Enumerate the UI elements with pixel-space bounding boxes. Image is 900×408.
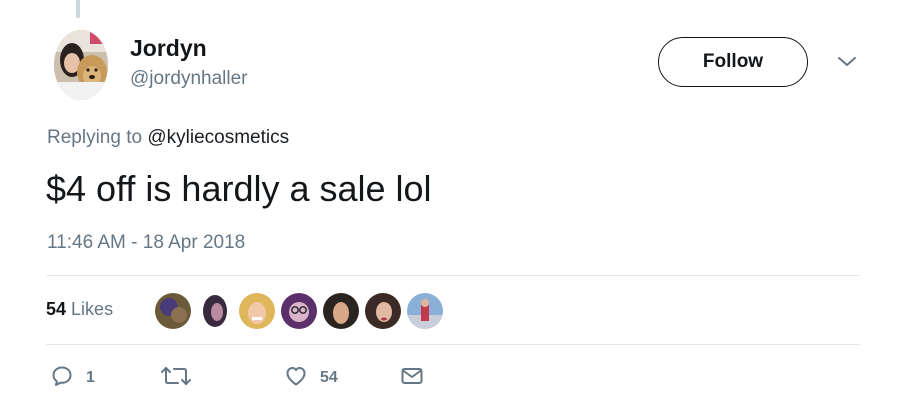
replying-to-line: Replying to @kyliecosmetics <box>47 127 289 149</box>
retweet-action[interactable] <box>160 366 204 390</box>
liker-avatar[interactable] <box>281 293 317 329</box>
reply-mention-link[interactable]: @kyliecosmetics <box>147 127 289 148</box>
liker-avatar[interactable] <box>323 293 359 329</box>
likes-number: 54 <box>46 299 67 319</box>
liker-avatar[interactable] <box>197 293 233 329</box>
reply-icon <box>50 364 74 393</box>
heart-icon <box>284 364 308 393</box>
author-display-name[interactable]: Jordyn <box>130 35 207 62</box>
chevron-down-icon[interactable] <box>836 54 858 70</box>
likes-count[interactable]: 54 Likes <box>46 299 113 320</box>
retweet-icon <box>160 364 192 393</box>
direct-message-action[interactable] <box>400 366 424 390</box>
author-avatar[interactable] <box>54 30 108 100</box>
author-handle[interactable]: @jordynhaller <box>130 68 248 90</box>
liker-avatar[interactable] <box>407 293 443 329</box>
likes-label: Likes <box>71 299 114 319</box>
liker-avatar[interactable] <box>155 293 191 329</box>
like-action[interactable]: 54 <box>284 366 338 390</box>
follow-button[interactable]: Follow <box>658 37 808 87</box>
reply-action[interactable]: 1 <box>50 366 95 390</box>
reply-count: 1 <box>86 369 95 386</box>
divider <box>46 275 860 276</box>
thread-connector-line <box>76 0 80 18</box>
envelope-icon <box>400 364 424 393</box>
replying-to-label: Replying to <box>47 127 143 148</box>
tweet-text: $4 off is hardly a sale lol <box>46 168 432 209</box>
liker-avatar[interactable] <box>365 293 401 329</box>
divider <box>46 344 860 345</box>
liker-avatar[interactable] <box>239 293 275 329</box>
like-count: 54 <box>320 369 338 386</box>
tweet-timestamp[interactable]: 11:46 AM - 18 Apr 2018 <box>47 232 245 254</box>
